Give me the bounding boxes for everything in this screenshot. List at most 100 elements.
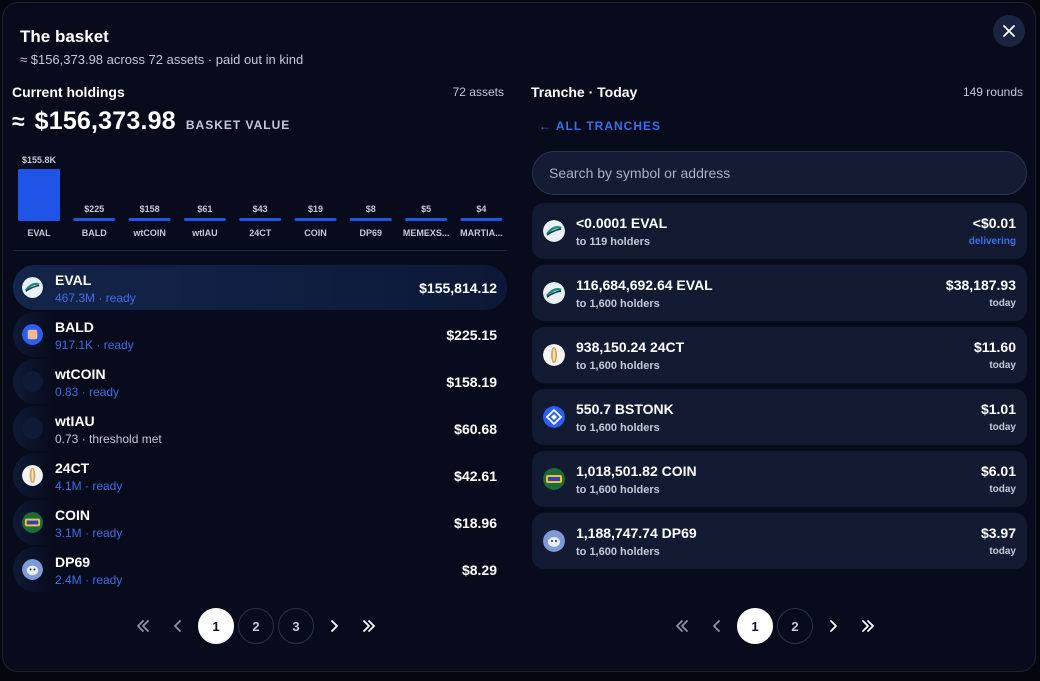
dp69-token-icon bbox=[543, 530, 565, 552]
tranche-amount: 1,188,747.74 DP69 bbox=[576, 525, 697, 541]
holding-symbol: EVAL bbox=[55, 272, 92, 288]
24ct-token-icon bbox=[543, 344, 565, 366]
pager-first-button[interactable] bbox=[124, 608, 160, 644]
holding-symbol: COIN bbox=[55, 507, 90, 523]
holding-row[interactable]: wtIAU 0.73 · threshold met $60.68 bbox=[13, 406, 507, 451]
bstonk-token-icon bbox=[543, 406, 565, 428]
chevron-left-icon bbox=[713, 620, 720, 632]
page-1-button[interactable]: 1 bbox=[198, 608, 234, 644]
tranche-status: today bbox=[989, 298, 1016, 309]
tranche-status: today bbox=[989, 484, 1016, 495]
holding-symbol: wtIAU bbox=[55, 413, 95, 429]
pager-prev-button[interactable] bbox=[160, 608, 196, 644]
bar-category-label: MARTIA... bbox=[460, 228, 503, 238]
all-tranches-link[interactable]: ← ALL TRANCHES bbox=[539, 119, 661, 133]
eval-token-icon bbox=[22, 277, 43, 298]
pager-next-button[interactable] bbox=[815, 608, 851, 644]
holding-row[interactable]: COIN 3.1M · ready $18.96 bbox=[13, 500, 507, 545]
holdings-bar-chart: $155.8K EVAL $225 BALD $158 wtCOIN $61 wtIAU $43… bbox=[18, 155, 503, 238]
holding-row[interactable]: BALD 917.1K · ready $225.15 bbox=[13, 312, 507, 357]
holding-value: $158.19 bbox=[446, 374, 497, 390]
close-button[interactable] bbox=[993, 15, 1025, 47]
tranche-amount: 116,684,692.64 EVAL bbox=[576, 277, 713, 293]
page-2-button[interactable]: 2 bbox=[777, 608, 813, 644]
tranche-amount: 1,018,501.82 COIN bbox=[576, 463, 697, 479]
search-input[interactable] bbox=[532, 151, 1027, 195]
bar-dp69[interactable] bbox=[349, 218, 392, 221]
bar-category-label: DP69 bbox=[360, 228, 383, 238]
pager-next-button[interactable] bbox=[316, 608, 352, 644]
tranche-status: today bbox=[989, 422, 1016, 433]
bar-24ct[interactable] bbox=[239, 218, 282, 221]
bar-martia[interactable] bbox=[460, 218, 503, 221]
bar-value-label: $61 bbox=[197, 204, 212, 214]
pager-last-button[interactable] bbox=[851, 608, 887, 644]
pager-prev-button[interactable] bbox=[699, 608, 735, 644]
bar-value-label: $19 bbox=[308, 204, 323, 214]
holding-amount-status: 2.4M · ready bbox=[55, 573, 123, 587]
bar-wtiau[interactable] bbox=[183, 218, 226, 221]
page-2-button[interactable]: 2 bbox=[238, 608, 274, 644]
holding-row[interactable]: EVAL 467.3M · ready $155,814.12 bbox=[13, 265, 507, 310]
wtiau-token-icon bbox=[22, 418, 43, 439]
bald-token-icon bbox=[22, 324, 43, 345]
bar-memexs[interactable] bbox=[405, 218, 448, 221]
bar-value-label: $225 bbox=[84, 204, 104, 214]
holding-value: $8.29 bbox=[461, 562, 497, 578]
tranche-card[interactable]: 116,684,692.64 EVAL to 1,600 holders $38,1… bbox=[532, 265, 1027, 321]
tranche-value: $3.97 bbox=[980, 525, 1016, 541]
tranche-card[interactable]: <0.0001 EVAL to 119 holders <$0.01 deliveri… bbox=[532, 203, 1027, 259]
tranche-amount: 550.7 BSTONK bbox=[576, 401, 674, 417]
holding-amount-status: 4.1M · ready bbox=[55, 479, 123, 493]
page-1-button[interactable]: 1 bbox=[737, 608, 773, 644]
tranche-title: Tranche · Today bbox=[531, 84, 638, 100]
bar-value-label: $5 bbox=[421, 204, 431, 214]
bar-value-label: $8 bbox=[366, 204, 376, 214]
tranche-card[interactable]: 1,188,747.74 DP69 to 1,600 holders $3.97 to… bbox=[532, 513, 1027, 569]
bar-value-label: $43 bbox=[253, 204, 268, 214]
bar-category-label: EVAL bbox=[27, 228, 51, 238]
bar-category-label: BALD bbox=[82, 228, 107, 238]
holding-symbol: BALD bbox=[55, 319, 94, 335]
holding-amount-status: 467.3M · ready bbox=[55, 291, 136, 305]
basket-modal: The basket ≈ $156,373.98 across 72 asset… bbox=[2, 2, 1036, 672]
tranche-status: delivering bbox=[968, 236, 1016, 247]
double-chevron-left-icon bbox=[676, 620, 688, 632]
tranche-card[interactable]: 938,150.24 24CT to 1,600 holders $11.60 tod… bbox=[532, 327, 1027, 383]
tranche-value: $38,187.93 bbox=[945, 277, 1016, 293]
bar-category-label: MEMEXS... bbox=[403, 228, 450, 238]
holding-value: $225.15 bbox=[446, 327, 497, 343]
holdings-pager: 123 bbox=[124, 608, 388, 644]
pager-first-button[interactable] bbox=[663, 608, 699, 644]
page-3-button[interactable]: 3 bbox=[278, 608, 314, 644]
holding-value: $18.96 bbox=[454, 515, 497, 531]
holding-row[interactable]: 24CT 4.1M · ready $42.61 bbox=[13, 453, 507, 498]
tranche-holders: to 1,600 holders bbox=[576, 360, 660, 372]
tranche-value: <$0.01 bbox=[972, 215, 1016, 231]
holding-amount-status: 3.1M · ready bbox=[55, 526, 123, 540]
bar-coin[interactable] bbox=[294, 218, 337, 221]
bar-category-label: wtCOIN bbox=[132, 228, 166, 238]
chevron-right-icon bbox=[830, 620, 837, 632]
bar-value-label: $155.8K bbox=[22, 155, 57, 165]
tranche-pager: 12 bbox=[663, 608, 887, 644]
pager-last-button[interactable] bbox=[352, 608, 388, 644]
chevron-left-icon bbox=[174, 620, 181, 632]
tranche-card[interactable]: 1,018,501.82 COIN to 1,600 holders $6.01 to… bbox=[532, 451, 1027, 507]
coin-token-icon bbox=[543, 468, 565, 490]
holding-amount-status: 0.73 · threshold met bbox=[55, 432, 162, 446]
dp69-token-icon bbox=[22, 559, 43, 580]
bar-value-label: $158 bbox=[140, 204, 160, 214]
tranche-status: today bbox=[989, 360, 1016, 371]
eval-token-icon bbox=[543, 220, 565, 242]
tranche-value: $6.01 bbox=[980, 463, 1016, 479]
tranche-card[interactable]: 550.7 BSTONK to 1,600 holders $1.01 today bbox=[532, 389, 1027, 445]
holding-row[interactable]: wtCOIN 0.83 · ready $158.19 bbox=[13, 359, 507, 404]
bar-eval[interactable] bbox=[18, 169, 60, 221]
chart-divider bbox=[13, 250, 507, 251]
tranche-rounds-count: 149 rounds bbox=[962, 85, 1023, 99]
holding-row[interactable]: DP69 2.4M · ready $8.29 bbox=[13, 547, 507, 592]
bar-bald[interactable] bbox=[73, 218, 116, 221]
bar-wtcoin[interactable] bbox=[128, 218, 171, 221]
tranche-value: $1.01 bbox=[980, 401, 1016, 417]
